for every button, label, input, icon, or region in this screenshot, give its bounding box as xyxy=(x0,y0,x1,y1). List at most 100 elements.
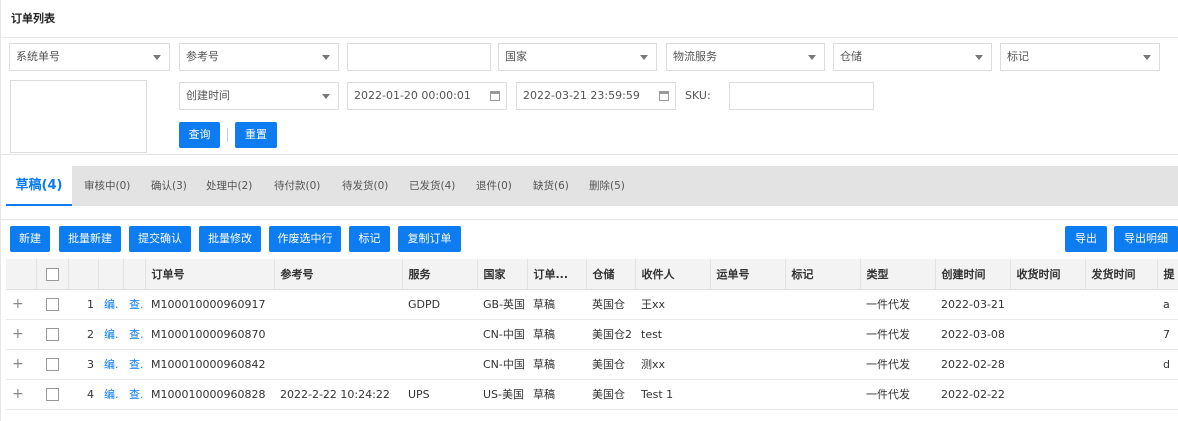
column-header[interactable]: 类型 xyxy=(860,259,936,290)
system-no-select[interactable]: 系统单号 xyxy=(9,43,170,71)
column-header[interactable]: 发货时间 xyxy=(1085,259,1158,290)
chevron-down-icon xyxy=(322,55,330,60)
column-header[interactable]: 收件人 xyxy=(635,259,711,290)
expand-icon[interactable]: + xyxy=(6,349,36,380)
export-button[interactable]: 导出 xyxy=(1065,226,1107,252)
row-index: 1 xyxy=(68,289,98,320)
service xyxy=(402,319,477,350)
country-select[interactable]: 国家 xyxy=(498,43,657,71)
expand-icon[interactable]: + xyxy=(6,289,36,320)
order-no-textarea[interactable] xyxy=(10,80,147,153)
tabs-divider xyxy=(1,219,1178,220)
reset-button[interactable]: 重置 xyxy=(235,122,277,148)
warehouse: 美国仓2 xyxy=(586,319,635,350)
new-button[interactable]: 新建 xyxy=(10,226,50,252)
search-button[interactable]: 查询 xyxy=(179,122,220,148)
column-header[interactable]: 标记 xyxy=(785,259,861,290)
tab-confirmed[interactable]: 确认(3) xyxy=(151,166,187,206)
expand-icon[interactable]: + xyxy=(6,379,36,410)
type: 一件代发 xyxy=(860,379,935,410)
table-header-row: 订单号 参考号 服务 国家 订单... 仓储 收件人 运单号 标记 类型 创建时… xyxy=(6,259,1178,290)
chevron-down-icon xyxy=(1143,55,1151,60)
tab-deleted[interactable]: 删除(5) xyxy=(589,166,625,206)
filter-divider xyxy=(1,154,1178,155)
tab-out-of-stock[interactable]: 缺货(6) xyxy=(533,166,569,206)
column-header[interactable]: 创建时间 xyxy=(935,259,1011,290)
view-link[interactable]: 查. xyxy=(123,349,145,380)
keyword-input[interactable] xyxy=(347,43,491,71)
receiver: 王xx xyxy=(635,289,710,320)
column-header[interactable]: 订单号 xyxy=(145,259,275,290)
expand-icon[interactable]: + xyxy=(6,319,36,350)
view-link[interactable]: 查. xyxy=(123,319,145,350)
row-checkbox[interactable] xyxy=(45,357,59,371)
column-header[interactable]: 收货时间 xyxy=(1010,259,1086,290)
column-header[interactable]: 提 xyxy=(1157,259,1178,290)
chevron-down-icon xyxy=(640,55,648,60)
submit-confirm-button[interactable]: 提交确认 xyxy=(129,226,191,252)
row-index: 3 xyxy=(68,349,98,380)
receiver: test xyxy=(635,319,710,350)
start-time-value: 2022-01-20 00:00:01 xyxy=(354,89,471,102)
column-header[interactable]: 订单... xyxy=(527,259,587,290)
time-type-select[interactable]: 创建时间 xyxy=(179,82,339,110)
column-header[interactable]: 国家 xyxy=(477,259,528,290)
extra-cell: 7 xyxy=(1157,319,1178,350)
waybill xyxy=(710,379,785,410)
copy-order-button[interactable]: 复制订单 xyxy=(398,226,461,252)
tab-reviewing[interactable]: 审核中(0) xyxy=(84,166,130,206)
table-row[interactable]: + 1 编. 查. M100010000960917 GDPD GB-英国 草稿… xyxy=(6,289,1178,320)
column-header[interactable]: 服务 xyxy=(402,259,478,290)
edit-link[interactable]: 编. xyxy=(98,379,123,410)
edit-link[interactable]: 编. xyxy=(98,319,123,350)
tab-pending-shipment[interactable]: 待发货(0) xyxy=(342,166,388,206)
ref-no-select[interactable]: 参考号 xyxy=(179,43,339,71)
mark xyxy=(785,319,860,350)
edit-link[interactable]: 编. xyxy=(98,349,123,380)
batch-edit-button[interactable]: 批量修改 xyxy=(199,226,261,252)
shipped-time xyxy=(1085,379,1157,410)
time-type-label: 创建时间 xyxy=(186,89,230,102)
view-link[interactable]: 查. xyxy=(123,379,145,410)
row-checkbox[interactable] xyxy=(45,387,59,401)
view-link[interactable]: 查. xyxy=(123,289,145,320)
end-time-input[interactable]: 2022-03-21 23:59:59 xyxy=(516,82,676,110)
row-checkbox[interactable] xyxy=(45,297,59,311)
tab-shipped[interactable]: 已发货(4) xyxy=(409,166,455,206)
shipped-time xyxy=(1085,289,1157,320)
sku-input[interactable] xyxy=(729,82,874,110)
column-header[interactable]: 仓储 xyxy=(586,259,636,290)
column-header[interactable]: 运单号 xyxy=(710,259,786,290)
tab-returned[interactable]: 退件(0) xyxy=(476,166,512,206)
order-no: M100010000960917 xyxy=(145,289,274,320)
calendar-icon xyxy=(490,91,500,101)
column-header[interactable]: 参考号 xyxy=(274,259,403,290)
mark-select[interactable]: 标记 xyxy=(1000,43,1160,71)
void-selected-button[interactable]: 作废选中行 xyxy=(269,226,341,252)
edit-link[interactable]: 编. xyxy=(98,289,123,320)
tab-draft[interactable]: 草稿(4) xyxy=(6,166,72,206)
warehouse-select[interactable]: 仓储 xyxy=(833,43,992,71)
system-no-label: 系统单号 xyxy=(16,50,60,63)
select-all-checkbox[interactable] xyxy=(45,267,59,281)
shipped-time xyxy=(1085,319,1157,350)
ref-no-label: 参考号 xyxy=(186,50,219,63)
tab-processing[interactable]: 处理中(2) xyxy=(206,166,252,206)
table-row[interactable]: + 3 编. 查. M100010000960842 CN-中国 草稿 美国仓 … xyxy=(6,349,1178,380)
tab-pending-payment[interactable]: 待付款(0) xyxy=(274,166,320,206)
order-list-page: 订单列表 系统单号 参考号 国家 物流服务 仓储 标记 创建时间 2022-01… xyxy=(0,0,1178,421)
status-tabs: 草稿(4) 审核中(0) 确认(3) 处理中(2) 待付款(0) 待发货(0) … xyxy=(6,166,1178,206)
row-checkbox[interactable] xyxy=(45,327,59,341)
received-time xyxy=(1010,319,1085,350)
batch-new-button[interactable]: 批量新建 xyxy=(59,226,121,252)
receiver: 测xx xyxy=(635,349,710,380)
receiver: Test 1 xyxy=(635,379,710,410)
shipped-time xyxy=(1085,349,1157,380)
table-row[interactable]: + 4 编. 查. M100010000960828 2022-2-22 10:… xyxy=(6,379,1178,410)
logistics-select[interactable]: 物流服务 xyxy=(666,43,825,71)
export-detail-button[interactable]: 导出明细 xyxy=(1114,226,1178,252)
start-time-input[interactable]: 2022-01-20 00:00:01 xyxy=(347,82,507,110)
table-row[interactable]: + 2 编. 查. M100010000960870 CN-中国 草稿 美国仓2… xyxy=(6,319,1178,350)
order-no: M100010000960870 xyxy=(145,319,274,350)
mark-button[interactable]: 标记 xyxy=(349,226,390,252)
